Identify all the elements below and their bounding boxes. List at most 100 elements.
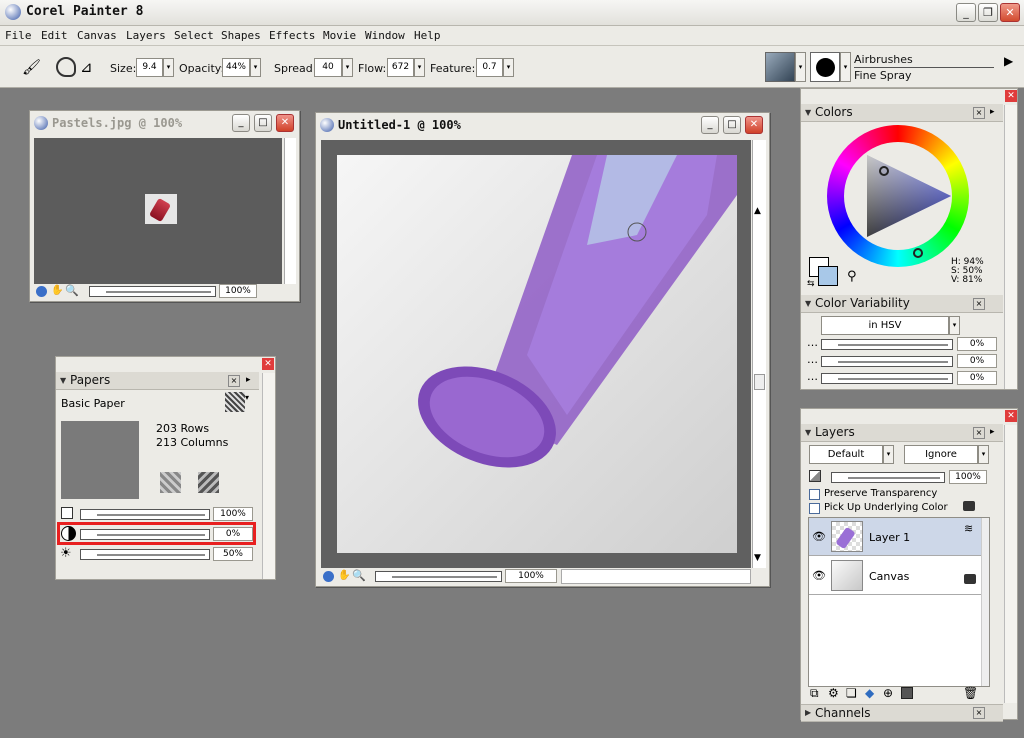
colors-panel-menu-icon[interactable]: ×	[973, 107, 985, 119]
menu-select[interactable]: Select	[174, 29, 214, 42]
colors-menu-arrow-icon[interactable]: ▸	[990, 107, 995, 117]
menu-effects[interactable]: Effects	[269, 29, 315, 42]
papers-panel-menu-icon[interactable]: ×	[228, 375, 240, 387]
feature-dropdown[interactable]: ▾	[503, 58, 514, 77]
main-maximize-button[interactable]: □	[723, 116, 741, 134]
paper-contrast-slider[interactable]	[80, 529, 210, 540]
pick-up-color-checkbox[interactable]	[809, 503, 820, 514]
brush-category-dropdown[interactable]: ▾	[795, 52, 806, 82]
opacity-field[interactable]: 44%	[222, 58, 250, 77]
drawing-canvas[interactable]	[337, 155, 737, 553]
variability-mode-select[interactable]: in HSV	[821, 316, 949, 335]
collapse-triangle-icon[interactable]: ▼	[805, 299, 811, 308]
scroll-down-arrow[interactable]: ▼	[754, 553, 761, 563]
variability-slider-1[interactable]	[821, 339, 953, 350]
expand-arrow-icon[interactable]: ▶	[1004, 54, 1013, 68]
layer-list-scrollbar[interactable]	[981, 518, 989, 686]
layer-opacity-slider[interactable]	[831, 472, 945, 483]
restore-button[interactable]: ❐	[978, 3, 998, 22]
magnifier-icon[interactable]: 🔍	[65, 284, 79, 297]
menu-layers[interactable]: Layers	[126, 29, 166, 42]
size-field[interactable]: 9.4	[136, 58, 163, 77]
pastels-close-button[interactable]: ✕	[276, 114, 294, 132]
composite-method-select[interactable]: Default	[809, 445, 883, 464]
papers-panel-close-icon[interactable]: ✕	[262, 358, 274, 370]
brush-category-selector[interactable]	[765, 52, 795, 82]
composite-depth-dropdown[interactable]: ▾	[978, 445, 989, 464]
brush-variant-dropdown[interactable]: ▾	[840, 52, 851, 82]
variability-mode-dropdown[interactable]: ▾	[949, 316, 960, 335]
straight-line-icon[interactable]: ⊿	[80, 58, 98, 76]
paper-selector[interactable]	[225, 392, 245, 412]
dynamic-plugins-icon[interactable]: ⚙	[828, 686, 839, 700]
visibility-eye-icon[interactable]: 👁	[812, 569, 826, 582]
layers-dock-close-icon[interactable]: ✕	[1005, 410, 1017, 422]
vertical-scrollbar[interactable]: ▲ ▼	[752, 140, 766, 568]
make-paper-icon[interactable]	[198, 472, 219, 493]
spread-field[interactable]: 40	[314, 58, 342, 77]
layer-row-canvas[interactable]: 👁 Canvas	[809, 557, 981, 595]
saturation-value-triangle[interactable]	[827, 125, 969, 267]
color-stamp-icon[interactable]: ⚲	[847, 269, 857, 284]
layers-menu-arrow-icon[interactable]: ▸	[990, 427, 995, 437]
lock-layer-icon[interactable]	[963, 501, 975, 511]
globe-icon[interactable]	[323, 571, 334, 582]
expand-triangle-icon[interactable]: ▶	[805, 708, 811, 717]
magnifier-icon[interactable]: 🔍	[352, 569, 366, 582]
composite-method-dropdown[interactable]: ▾	[883, 445, 894, 464]
delete-layer-icon[interactable]: 🗑	[963, 686, 978, 700]
collapse-triangle-icon[interactable]: ▼	[60, 376, 66, 385]
channels-panel-menu-icon[interactable]: ×	[973, 707, 985, 719]
layer-row-layer-1[interactable]: 👁 Layer 1 ≋	[809, 518, 981, 556]
main-zoom-slider[interactable]	[375, 571, 502, 582]
layer-commands-icon[interactable]: ⧉	[810, 686, 819, 701]
pastels-zoom-slider[interactable]	[89, 286, 216, 297]
papers-menu-arrow-icon[interactable]: ▸	[246, 375, 251, 385]
brush-variant-selector[interactable]	[810, 52, 840, 82]
pastels-scrollbar[interactable]	[284, 138, 296, 284]
additional-color-swatch[interactable]	[818, 266, 838, 286]
menu-canvas[interactable]: Canvas	[77, 29, 117, 42]
freehand-stroke-icon[interactable]	[56, 57, 76, 77]
scroll-thumb[interactable]	[754, 374, 765, 390]
opacity-dropdown[interactable]: ▾	[250, 58, 261, 77]
paper-dropdown-arrow-icon[interactable]: ▾	[245, 393, 249, 402]
collapse-triangle-icon[interactable]: ▼	[805, 428, 811, 437]
layers-scrollbar[interactable]	[1004, 425, 1017, 703]
grabber-icon[interactable]: ✋	[338, 570, 350, 581]
color-variability-menu-icon[interactable]: ×	[973, 298, 985, 310]
feature-field[interactable]: 0.7	[476, 58, 503, 77]
menu-help[interactable]: Help	[414, 29, 441, 42]
grabber-icon[interactable]: ✋	[51, 285, 63, 296]
composite-depth-select[interactable]: Ignore	[904, 445, 978, 464]
pastels-canvas[interactable]	[34, 138, 282, 284]
colors-scrollbar[interactable]	[1004, 105, 1017, 389]
preserve-transparency-checkbox[interactable]	[809, 489, 820, 500]
flow-dropdown[interactable]: ▾	[414, 58, 425, 77]
main-close-button[interactable]: ✕	[745, 116, 763, 134]
close-button[interactable]: ✕	[1000, 3, 1020, 22]
horizontal-scrollbar[interactable]	[561, 569, 751, 584]
papers-scrollbar[interactable]	[262, 373, 275, 579]
variability-slider-3[interactable]	[821, 373, 953, 384]
create-layer-mask-icon[interactable]	[901, 687, 913, 699]
collapse-triangle-icon[interactable]: ▼	[805, 108, 811, 117]
size-dropdown[interactable]: ▾	[163, 58, 174, 77]
globe-icon[interactable]	[36, 286, 47, 297]
pastels-minimize-button[interactable]: _	[232, 114, 250, 132]
layer-mask-icon[interactable]: ◆	[865, 686, 874, 700]
paper-brightness-slider[interactable]	[80, 549, 210, 560]
paper-scale-slider[interactable]	[80, 509, 210, 520]
visibility-eye-icon[interactable]: 👁	[812, 530, 826, 543]
spread-dropdown[interactable]: ▾	[342, 58, 353, 77]
minimize-button[interactable]: _	[956, 3, 976, 22]
menu-window[interactable]: Window	[365, 29, 405, 42]
layers-panel-menu-icon[interactable]: ×	[973, 427, 985, 439]
brush-tool-icon[interactable]: 🖌	[22, 58, 41, 76]
main-minimize-button[interactable]: _	[701, 116, 719, 134]
right-dock-close-icon[interactable]: ✕	[1005, 90, 1017, 102]
main-canvas-area[interactable]	[321, 140, 751, 568]
group-layers-icon[interactable]: ❏	[846, 686, 857, 700]
invert-paper-icon[interactable]	[160, 472, 181, 493]
menu-shapes[interactable]: Shapes	[221, 29, 261, 42]
